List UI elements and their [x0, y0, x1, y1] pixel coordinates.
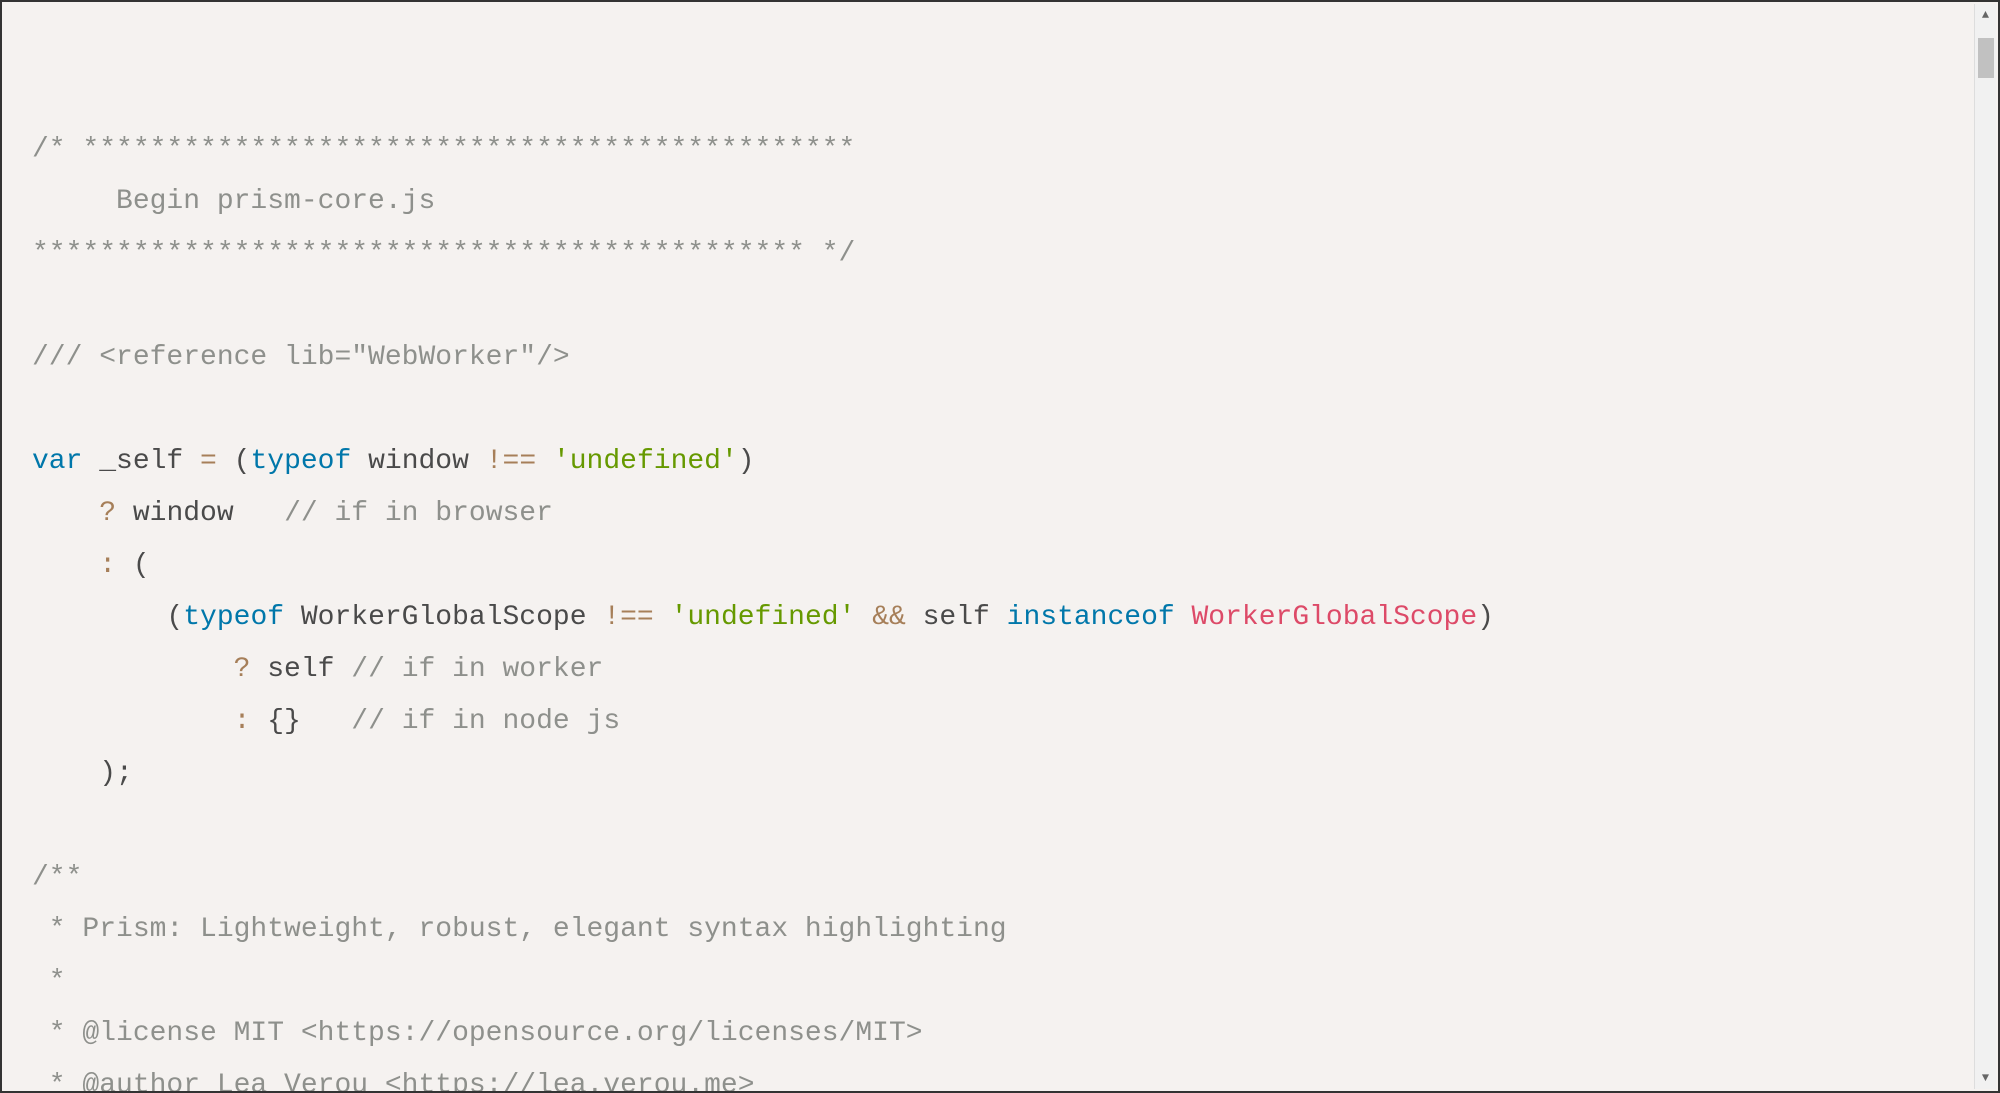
code-scroll-area[interactable]: /* *************************************… [2, 2, 1998, 1091]
code-token [536, 446, 553, 477]
scroll-down-arrow-icon[interactable]: ▼ [1975, 1067, 1997, 1089]
source-code: /* *************************************… [32, 72, 1968, 1091]
code-token: /* *************************************… [32, 134, 855, 269]
code-token: // if in node js [351, 706, 620, 737]
code-token: ? [234, 654, 251, 685]
code-token [32, 550, 99, 581]
code-editor-viewport: /* *************************************… [0, 0, 2000, 1093]
code-token: var [32, 446, 82, 477]
code-token [1175, 602, 1192, 633]
scrollbar-thumb[interactable] [1978, 38, 1994, 78]
code-token: && [872, 602, 906, 633]
code-token: /// <reference lib="WebWorker"/> [32, 342, 570, 373]
code-token: {} [250, 706, 351, 737]
code-token: _self [82, 446, 200, 477]
code-token: // if in browser [284, 498, 553, 529]
code-token: typeof [183, 602, 284, 633]
code-token: typeof [250, 446, 351, 477]
code-token: ); [32, 758, 133, 789]
code-token: self [250, 654, 351, 685]
code-token: 'undefined' [671, 602, 856, 633]
code-token: instanceof [1007, 602, 1175, 633]
code-token: // if in worker [351, 654, 603, 685]
scroll-up-arrow-icon[interactable]: ▲ [1975, 4, 1997, 26]
code-token: /** * Prism: Lightweight, robust, elegan… [32, 862, 1007, 1091]
code-token: = [200, 446, 217, 477]
code-token: WorkerGlobalScope [1192, 602, 1478, 633]
code-token: self [906, 602, 1007, 633]
code-token: WorkerGlobalScope [284, 602, 603, 633]
code-token: !== [486, 446, 536, 477]
code-token: window [351, 446, 485, 477]
code-token: : [99, 550, 116, 581]
vertical-scrollbar[interactable]: ▲ ▼ [1974, 4, 1996, 1089]
code-token: !== [603, 602, 653, 633]
code-token: : [234, 706, 251, 737]
code-token [855, 602, 872, 633]
code-token [32, 706, 234, 737]
code-token: ( [217, 446, 251, 477]
code-token: ? [99, 498, 116, 529]
code-token: 'undefined' [553, 446, 738, 477]
code-token [654, 602, 671, 633]
code-token: window [116, 498, 284, 529]
